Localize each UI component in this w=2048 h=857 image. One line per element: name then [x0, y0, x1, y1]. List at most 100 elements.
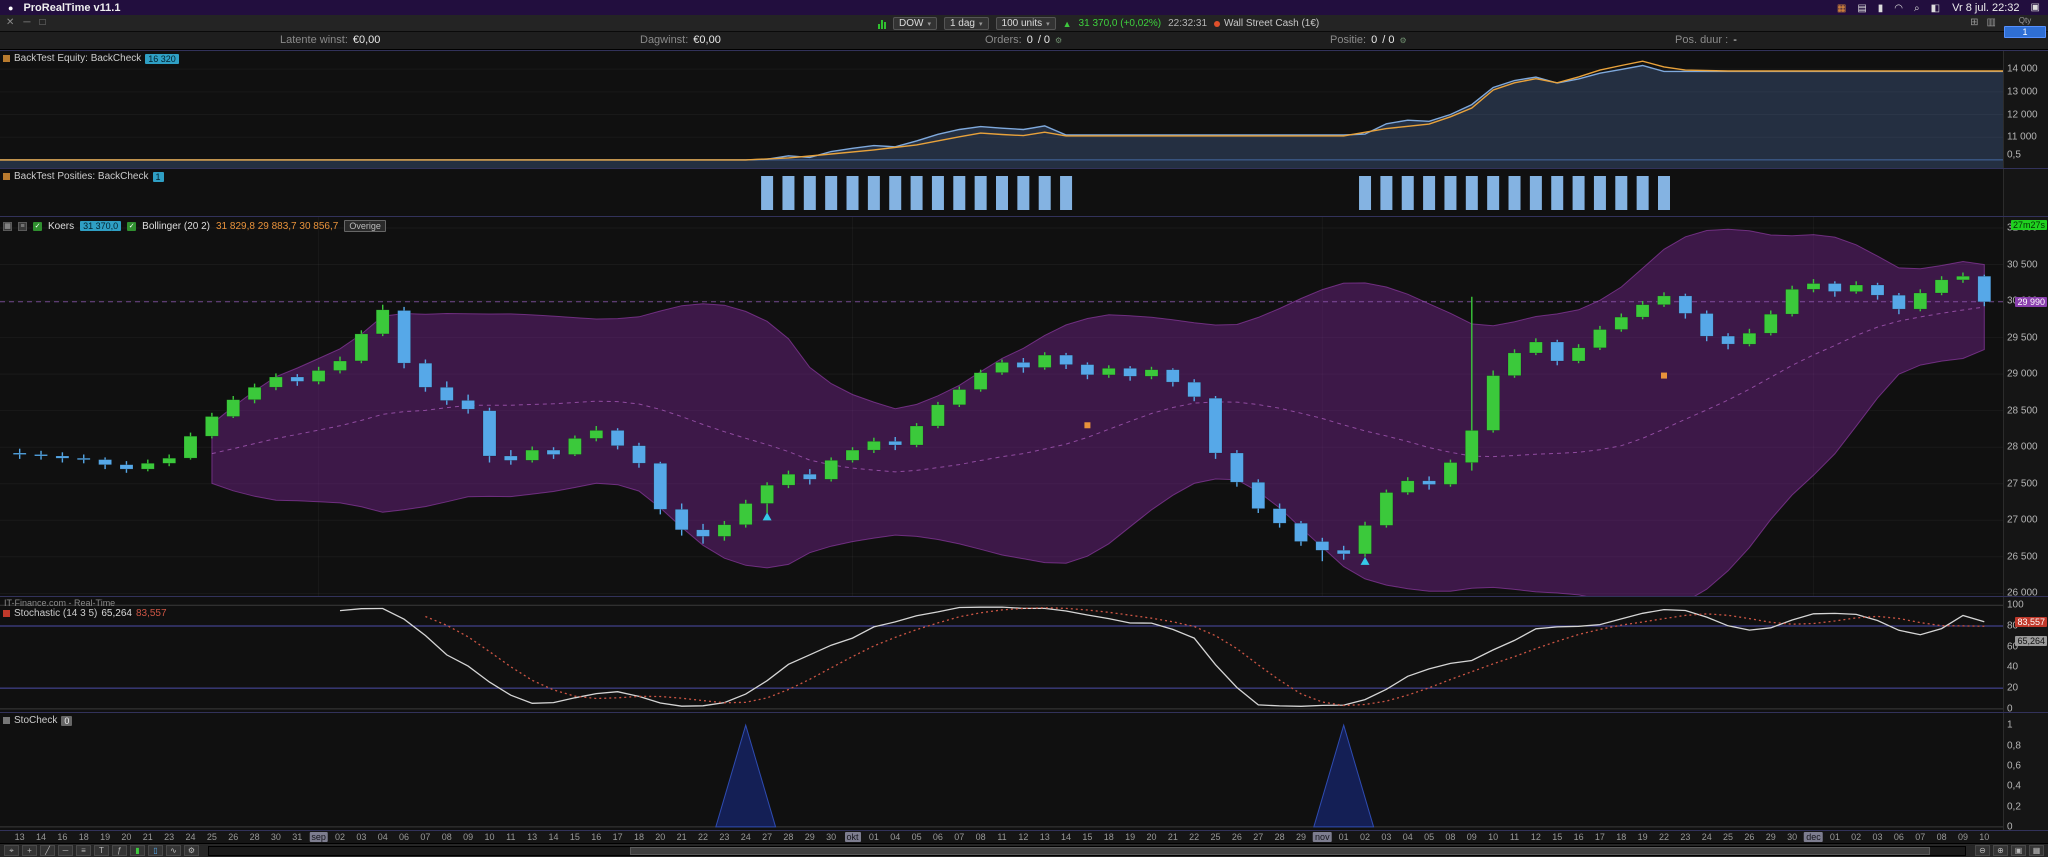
trendline-tool-icon[interactable]: ╱ — [40, 845, 55, 856]
date-label: 30 — [1787, 832, 1798, 842]
list-icon[interactable]: ≡ — [18, 221, 27, 231]
menubar-clock: Vr 8 jul. 22:32 — [1952, 1, 2020, 14]
date-label: 11 — [506, 832, 516, 842]
workspace-icon[interactable]: ▥ — [1987, 17, 1996, 28]
toolbar-right-icons: ⊞ ▥ — [1970, 17, 1996, 28]
exit-marker-icon — [1084, 422, 1091, 429]
date-label: 02 — [1360, 832, 1371, 842]
stochastic-axis[interactable]: 65,264 83,557 100 80 60 40 20 0 — [2003, 597, 2048, 712]
qty-input[interactable]: 1 — [2004, 26, 2046, 38]
battery-icon[interactable]: ▮ — [1878, 3, 1884, 14]
date-label: 19 — [1637, 832, 1648, 842]
orders-count-settings-icon[interactable]: ⚙ — [1055, 36, 1062, 45]
date-label: 20 — [655, 832, 666, 842]
symbol-select[interactable]: DOW ▾ — [893, 17, 937, 30]
candlestick-view-icon[interactable]: ▮ — [130, 845, 145, 856]
last-update-time: 22:32:31 — [1168, 18, 1208, 29]
instrument-controls: DOW ▾ 1 dag ▾ 100 units ▾ ▲ 31 370,0 (+0,02… — [878, 16, 1319, 31]
date-label: 05 — [911, 832, 922, 842]
date-label: 01 — [1338, 832, 1349, 842]
main-price-axis[interactable]: 27m27s 29 990 31 00030 50030 00029 50029… — [2003, 217, 2048, 596]
positions-panel-title[interactable]: BackTest Posities: BackCheck 1 — [3, 171, 164, 182]
date-label: 18 — [633, 832, 644, 842]
stochastic-panel-title[interactable]: Stochastic (14 3 5) 65,264 83,557 — [3, 608, 167, 619]
overige-chip[interactable]: Overige — [344, 220, 386, 232]
axis-label: 0,8 — [2007, 740, 2021, 752]
zoom-in-icon[interactable]: ⊕ — [1993, 845, 2008, 856]
chart-type-icon[interactable] — [878, 19, 886, 29]
fibonacci-tool-icon[interactable]: ≡ — [76, 845, 91, 856]
chart-scrollbar[interactable] — [208, 845, 1966, 856]
position-duration-label: Pos. duur : — [1675, 34, 1729, 46]
axis-label: 29 000 — [2007, 368, 2038, 380]
date-label: 02 — [334, 832, 346, 842]
notification-center-icon[interactable]: ▣ — [2031, 2, 2040, 13]
equity-curve-canvas[interactable] — [0, 51, 2004, 168]
indicator-icon[interactable]: ƒ — [112, 845, 127, 856]
maximize-icon[interactable]: □ — [39, 17, 45, 28]
layout-icon[interactable]: ▦ — [2029, 845, 2044, 856]
timeframe-select[interactable]: 1 dag ▾ — [943, 17, 989, 30]
drawing-tools: ⌖ + ╱ ─ ≡ Tƒ ▮ ▯ ∿ ⚙ — [4, 845, 199, 856]
stocheck-canvas[interactable] — [0, 713, 2004, 830]
fit-screen-icon[interactable]: ▣ — [2011, 845, 2026, 856]
koers-checkbox-icon[interactable]: ✓ — [33, 221, 42, 231]
app-icon[interactable]: ▦ — [1837, 3, 1846, 14]
orders-count-value-2: / 0 — [1037, 34, 1051, 46]
date-label: 14 — [1061, 832, 1072, 842]
stocheck-panel-title[interactable]: StoCheck 0 — [3, 715, 73, 726]
bollinger-checkbox-icon[interactable]: ✓ — [127, 221, 137, 231]
minimize-icon[interactable]: ─ — [23, 17, 30, 28]
time-axis[interactable]: 13 14 16 18 19 20 21 23 24 25 26 28 30 31 sep 02 03 04 06 0… — [0, 830, 2048, 843]
chart-toolbar: ✕ ─ □ DOW ▾ 1 dag ▾ 100 units ▾ ▲ 31 370,0 … — [0, 15, 2048, 32]
latent-profit-label: Latente winst: — [280, 34, 348, 46]
scrollbar-thumb[interactable] — [630, 846, 1930, 855]
date-label: 01 — [1829, 832, 1840, 842]
axis-label: 30 500 — [2007, 259, 2038, 270]
month-label: okt — [844, 832, 861, 842]
date-label: 17 — [612, 832, 623, 842]
date-label: 18 — [1616, 832, 1627, 842]
calendar-icon[interactable]: ▦ — [3, 221, 12, 231]
horizontal-line-tool-icon[interactable]: ─ — [58, 845, 73, 856]
positions-canvas[interactable] — [0, 169, 2004, 216]
main-chart-canvas[interactable] — [0, 217, 2004, 596]
text-tool-icon[interactable]: T — [94, 845, 109, 856]
link-icon[interactable]: ⊞ — [1970, 17, 1978, 28]
axis-label: 26 000 — [2007, 587, 2038, 596]
date-label: 19 — [100, 832, 111, 842]
positions-axis[interactable] — [2003, 169, 2048, 216]
axis-label: 28 500 — [2007, 405, 2038, 417]
close-icon[interactable]: ✕ — [6, 17, 14, 28]
control-center-icon[interactable]: ◧ — [1931, 3, 1940, 14]
date-label: 02 — [1851, 832, 1862, 842]
axis-label: 27 500 — [2007, 478, 2038, 490]
stocheck-panel: StoCheck 0 1 0,8 0,6 0,4 0,2 0 — [0, 712, 2048, 830]
equity-panel-title[interactable]: BackTest Equity: BackCheck 16 320 — [3, 53, 179, 64]
wifi-icon[interactable]: ◠ — [1894, 3, 1903, 14]
bar-view-icon[interactable]: ▯ — [148, 845, 163, 856]
settings-icon[interactable]: ⚙ — [184, 845, 199, 856]
date-label: 06 — [932, 832, 943, 842]
axis-label: 26 500 — [2007, 551, 2038, 563]
date-label: 24 — [1701, 832, 1712, 842]
search-icon[interactable]: ⌕ — [1914, 3, 1920, 14]
window-controls: ✕ ─ □ — [6, 17, 46, 28]
units-select[interactable]: 100 units ▾ — [995, 17, 1056, 30]
position-count: Positie: 0 / 0 ⚙ — [1330, 34, 1407, 46]
position-count-settings-icon[interactable]: ⚙ — [1399, 36, 1406, 45]
stochastic-canvas[interactable] — [0, 597, 2004, 712]
cursor-tool-icon[interactable]: ⌖ — [4, 845, 19, 856]
axis-label: 28 000 — [2007, 441, 2038, 453]
line-view-icon[interactable]: ∿ — [166, 845, 181, 856]
date-label: 12 — [1530, 832, 1541, 842]
signal-spike — [715, 723, 777, 828]
apple-menu-icon[interactable]: ● — [8, 3, 13, 13]
display-icon[interactable]: ▤ — [1857, 3, 1866, 14]
equity-price-axis[interactable]: 14 000 13 000 12 000 11 000 0,5 — [2003, 51, 2048, 168]
crosshair-tool-icon[interactable]: + — [22, 845, 37, 856]
stocheck-axis[interactable]: 1 0,8 0,6 0,4 0,2 0 — [2003, 713, 2048, 830]
date-label: 11 — [1509, 832, 1520, 842]
date-label: 30 — [270, 832, 281, 842]
zoom-out-icon[interactable]: ⊖ — [1975, 845, 1990, 856]
